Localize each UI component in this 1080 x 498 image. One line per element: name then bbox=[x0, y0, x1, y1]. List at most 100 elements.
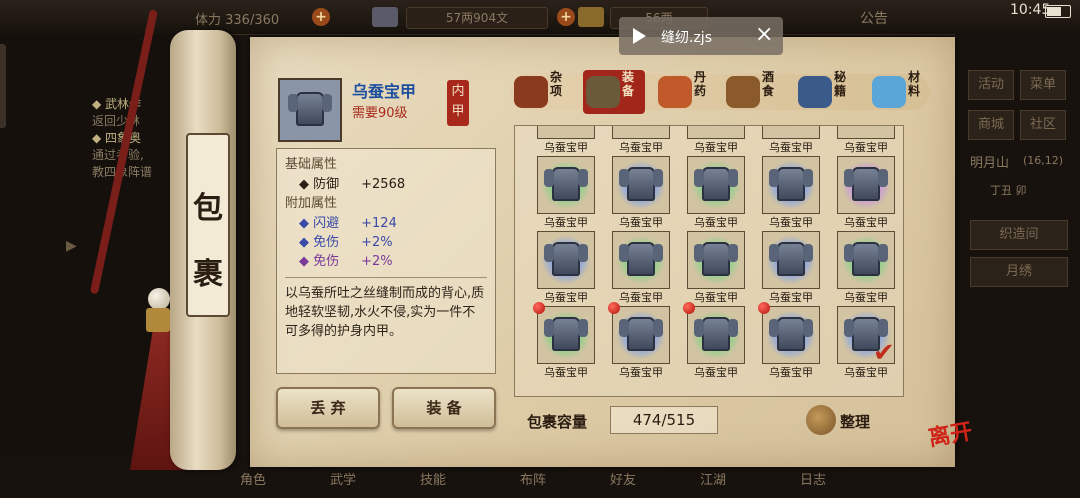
moon-embroidery-button[interactable]: 月绣 bbox=[970, 257, 1068, 287]
crystal-icon bbox=[872, 76, 906, 108]
sort-button[interactable]: 整理 bbox=[840, 411, 870, 432]
attr-value: +2% bbox=[361, 235, 393, 250]
armor-icon bbox=[694, 167, 738, 201]
equip-button[interactable]: 装 备 bbox=[392, 387, 496, 429]
slot-item-name: 乌蚕宝甲 bbox=[694, 141, 738, 154]
inventory-slot[interactable]: 乌蚕宝甲 bbox=[679, 231, 753, 305]
quest-desc: 返回少林 bbox=[92, 114, 141, 128]
inventory-slot[interactable]: 乌蚕宝甲 bbox=[604, 156, 678, 230]
inventory-slot[interactable]: 乌蚕宝甲 bbox=[829, 231, 903, 305]
attr-label: 免伤 bbox=[313, 254, 340, 269]
selected-item-icon bbox=[278, 78, 342, 142]
new-item-dot bbox=[608, 302, 620, 314]
slot-item-name: 乌蚕宝甲 bbox=[544, 366, 588, 379]
file-notification[interactable]: 缝纫.zjs × bbox=[619, 17, 783, 55]
slot-frame bbox=[762, 156, 820, 214]
inventory-slot[interactable]: 乌蚕宝甲 bbox=[754, 231, 828, 305]
inventory-slot[interactable]: 乌蚕宝甲 bbox=[604, 125, 678, 155]
nav-martial[interactable]: 武学 bbox=[330, 469, 356, 488]
quest-desc: 通过考验, 教四象阵谱 bbox=[92, 147, 180, 181]
armor-icon bbox=[619, 242, 663, 276]
inventory-slot[interactable]: 乌蚕宝甲 bbox=[754, 126, 828, 155]
armor-icon bbox=[844, 242, 888, 276]
nav-log[interactable]: 日志 bbox=[800, 469, 826, 488]
inventory-slot[interactable]: 乌蚕宝甲 bbox=[829, 156, 903, 230]
nav-skills[interactable]: 技能 bbox=[420, 469, 446, 488]
capacity-value: 474/515 bbox=[610, 406, 718, 434]
slot-item-name: 乌蚕宝甲 bbox=[694, 216, 738, 229]
attr-value: +2568 bbox=[361, 177, 406, 192]
add-stamina-button[interactable]: + bbox=[312, 8, 330, 26]
attr-value: +2% bbox=[361, 254, 393, 269]
time-period: 丁丑 卯 bbox=[990, 184, 1027, 197]
bag-title-plaque: 包 裹 bbox=[186, 133, 230, 317]
inventory-slot[interactable]: 乌蚕宝甲 bbox=[679, 156, 753, 230]
tab-label: 杂项 bbox=[550, 70, 563, 98]
inventory-slot[interactable]: 乌蚕宝甲 bbox=[679, 126, 753, 155]
activity-button[interactable]: 活动 bbox=[968, 70, 1014, 100]
play-icon[interactable] bbox=[633, 28, 646, 44]
money-bag-icon[interactable] bbox=[806, 405, 836, 435]
tab-manuals[interactable]: 秘籍 bbox=[796, 70, 856, 114]
attr-row: ◆ 免伤 +2% bbox=[299, 235, 393, 250]
item-attributes-box: 基础属性 ◆ 防御 +2568 附加属性 ◆ 闪避 +124 ◆ 免伤 +2% ◆ 免… bbox=[276, 148, 496, 374]
stamina-display: 体力 336/360 bbox=[195, 13, 280, 28]
tassel-cap bbox=[146, 308, 170, 332]
weaving-room-button[interactable]: 织造间 bbox=[970, 220, 1068, 250]
armor-icon bbox=[694, 317, 738, 351]
side-drawer-handle[interactable] bbox=[0, 44, 6, 128]
nav-formation[interactable]: 布阵 bbox=[520, 469, 546, 488]
inventory-slot[interactable]: 乌蚕宝甲 bbox=[754, 156, 828, 230]
inventory-slot[interactable]: 乌蚕宝甲 bbox=[529, 231, 603, 305]
discard-button[interactable]: 丢 弃 bbox=[276, 387, 380, 429]
armor-icon bbox=[544, 242, 588, 276]
community-button[interactable]: 社区 bbox=[1020, 110, 1066, 140]
nav-character[interactable]: 角色 bbox=[240, 469, 266, 488]
announcement-button[interactable]: 公告 bbox=[860, 8, 888, 28]
attr-row: ◆ 免伤 +2% bbox=[299, 254, 393, 269]
inventory-slot[interactable]: 乌蚕宝甲 bbox=[529, 156, 603, 230]
attr-row: ◆ 闪避 +124 bbox=[299, 216, 397, 231]
slot-item-name: 乌蚕宝甲 bbox=[769, 141, 813, 154]
armor-icon bbox=[627, 125, 655, 126]
tab-materials[interactable]: 材料 bbox=[870, 70, 930, 114]
inventory-slot[interactable]: 乌蚕宝甲 bbox=[529, 302, 603, 380]
expand-arrow-icon[interactable]: ▶ bbox=[66, 238, 77, 254]
new-item-dot bbox=[533, 302, 545, 314]
attr-value: +124 bbox=[361, 216, 397, 231]
tab-equipment[interactable]: 装备 bbox=[584, 70, 644, 114]
inventory-slot[interactable]: 乌蚕宝甲 bbox=[829, 125, 903, 155]
armor-icon bbox=[544, 167, 588, 201]
armor-icon bbox=[552, 125, 580, 126]
menu-button[interactable]: 菜单 bbox=[1020, 70, 1066, 100]
extra-attr-heading: 附加属性 bbox=[285, 196, 338, 211]
close-icon[interactable]: × bbox=[755, 22, 773, 47]
inventory-slot[interactable]: 乌蚕宝甲 bbox=[604, 302, 678, 380]
inventory-slot[interactable]: 乌蚕宝甲 bbox=[604, 231, 678, 305]
inventory-slot[interactable]: 乌蚕宝甲 ✔ bbox=[829, 306, 903, 380]
attr-row: ◆ 防御 +2568 bbox=[299, 177, 406, 192]
item-name: 乌蚕宝甲 bbox=[352, 82, 417, 101]
new-item-dot bbox=[758, 302, 770, 314]
location-name: 明月山 bbox=[970, 156, 1010, 171]
slot-item-name: 乌蚕宝甲 bbox=[619, 216, 663, 229]
inventory-slot[interactable]: 乌蚕宝甲 bbox=[529, 125, 603, 155]
add-money-button[interactable]: + bbox=[557, 8, 575, 26]
slot-frame bbox=[537, 125, 595, 139]
inventory-slot[interactable]: 乌蚕宝甲 bbox=[679, 302, 753, 380]
tab-label: 丹药 bbox=[694, 70, 707, 98]
item-description: 以乌蚕所吐之丝缝制而成的背心,质地轻软坚韧,水火不侵,实为一件不可多得的护身内甲… bbox=[285, 286, 485, 339]
item-grid[interactable]: 乌蚕宝甲 乌蚕宝甲 乌蚕宝甲 乌蚕宝甲 乌蚕宝甲 乌蚕宝甲 乌蚕宝甲 乌蚕宝甲 乌蚕宝甲 乌蚕宝甲… bbox=[514, 125, 904, 397]
wine-icon bbox=[726, 76, 760, 108]
nav-friends[interactable]: 好友 bbox=[610, 469, 636, 488]
quest-title[interactable]: ◆ 四象奥 bbox=[92, 130, 180, 147]
nav-jianghu[interactable]: 江湖 bbox=[700, 469, 726, 488]
inventory-slot[interactable]: 乌蚕宝甲 bbox=[754, 302, 828, 380]
tab-misc[interactable]: 杂项 bbox=[512, 70, 572, 114]
tab-food[interactable]: 酒食 bbox=[724, 70, 784, 114]
slot-item-name: 乌蚕宝甲 bbox=[844, 291, 888, 304]
shop-button[interactable]: 商城 bbox=[968, 110, 1014, 140]
slot-frame bbox=[762, 231, 820, 289]
tab-pills[interactable]: 丹药 bbox=[656, 70, 716, 114]
armor-icon bbox=[852, 125, 880, 126]
